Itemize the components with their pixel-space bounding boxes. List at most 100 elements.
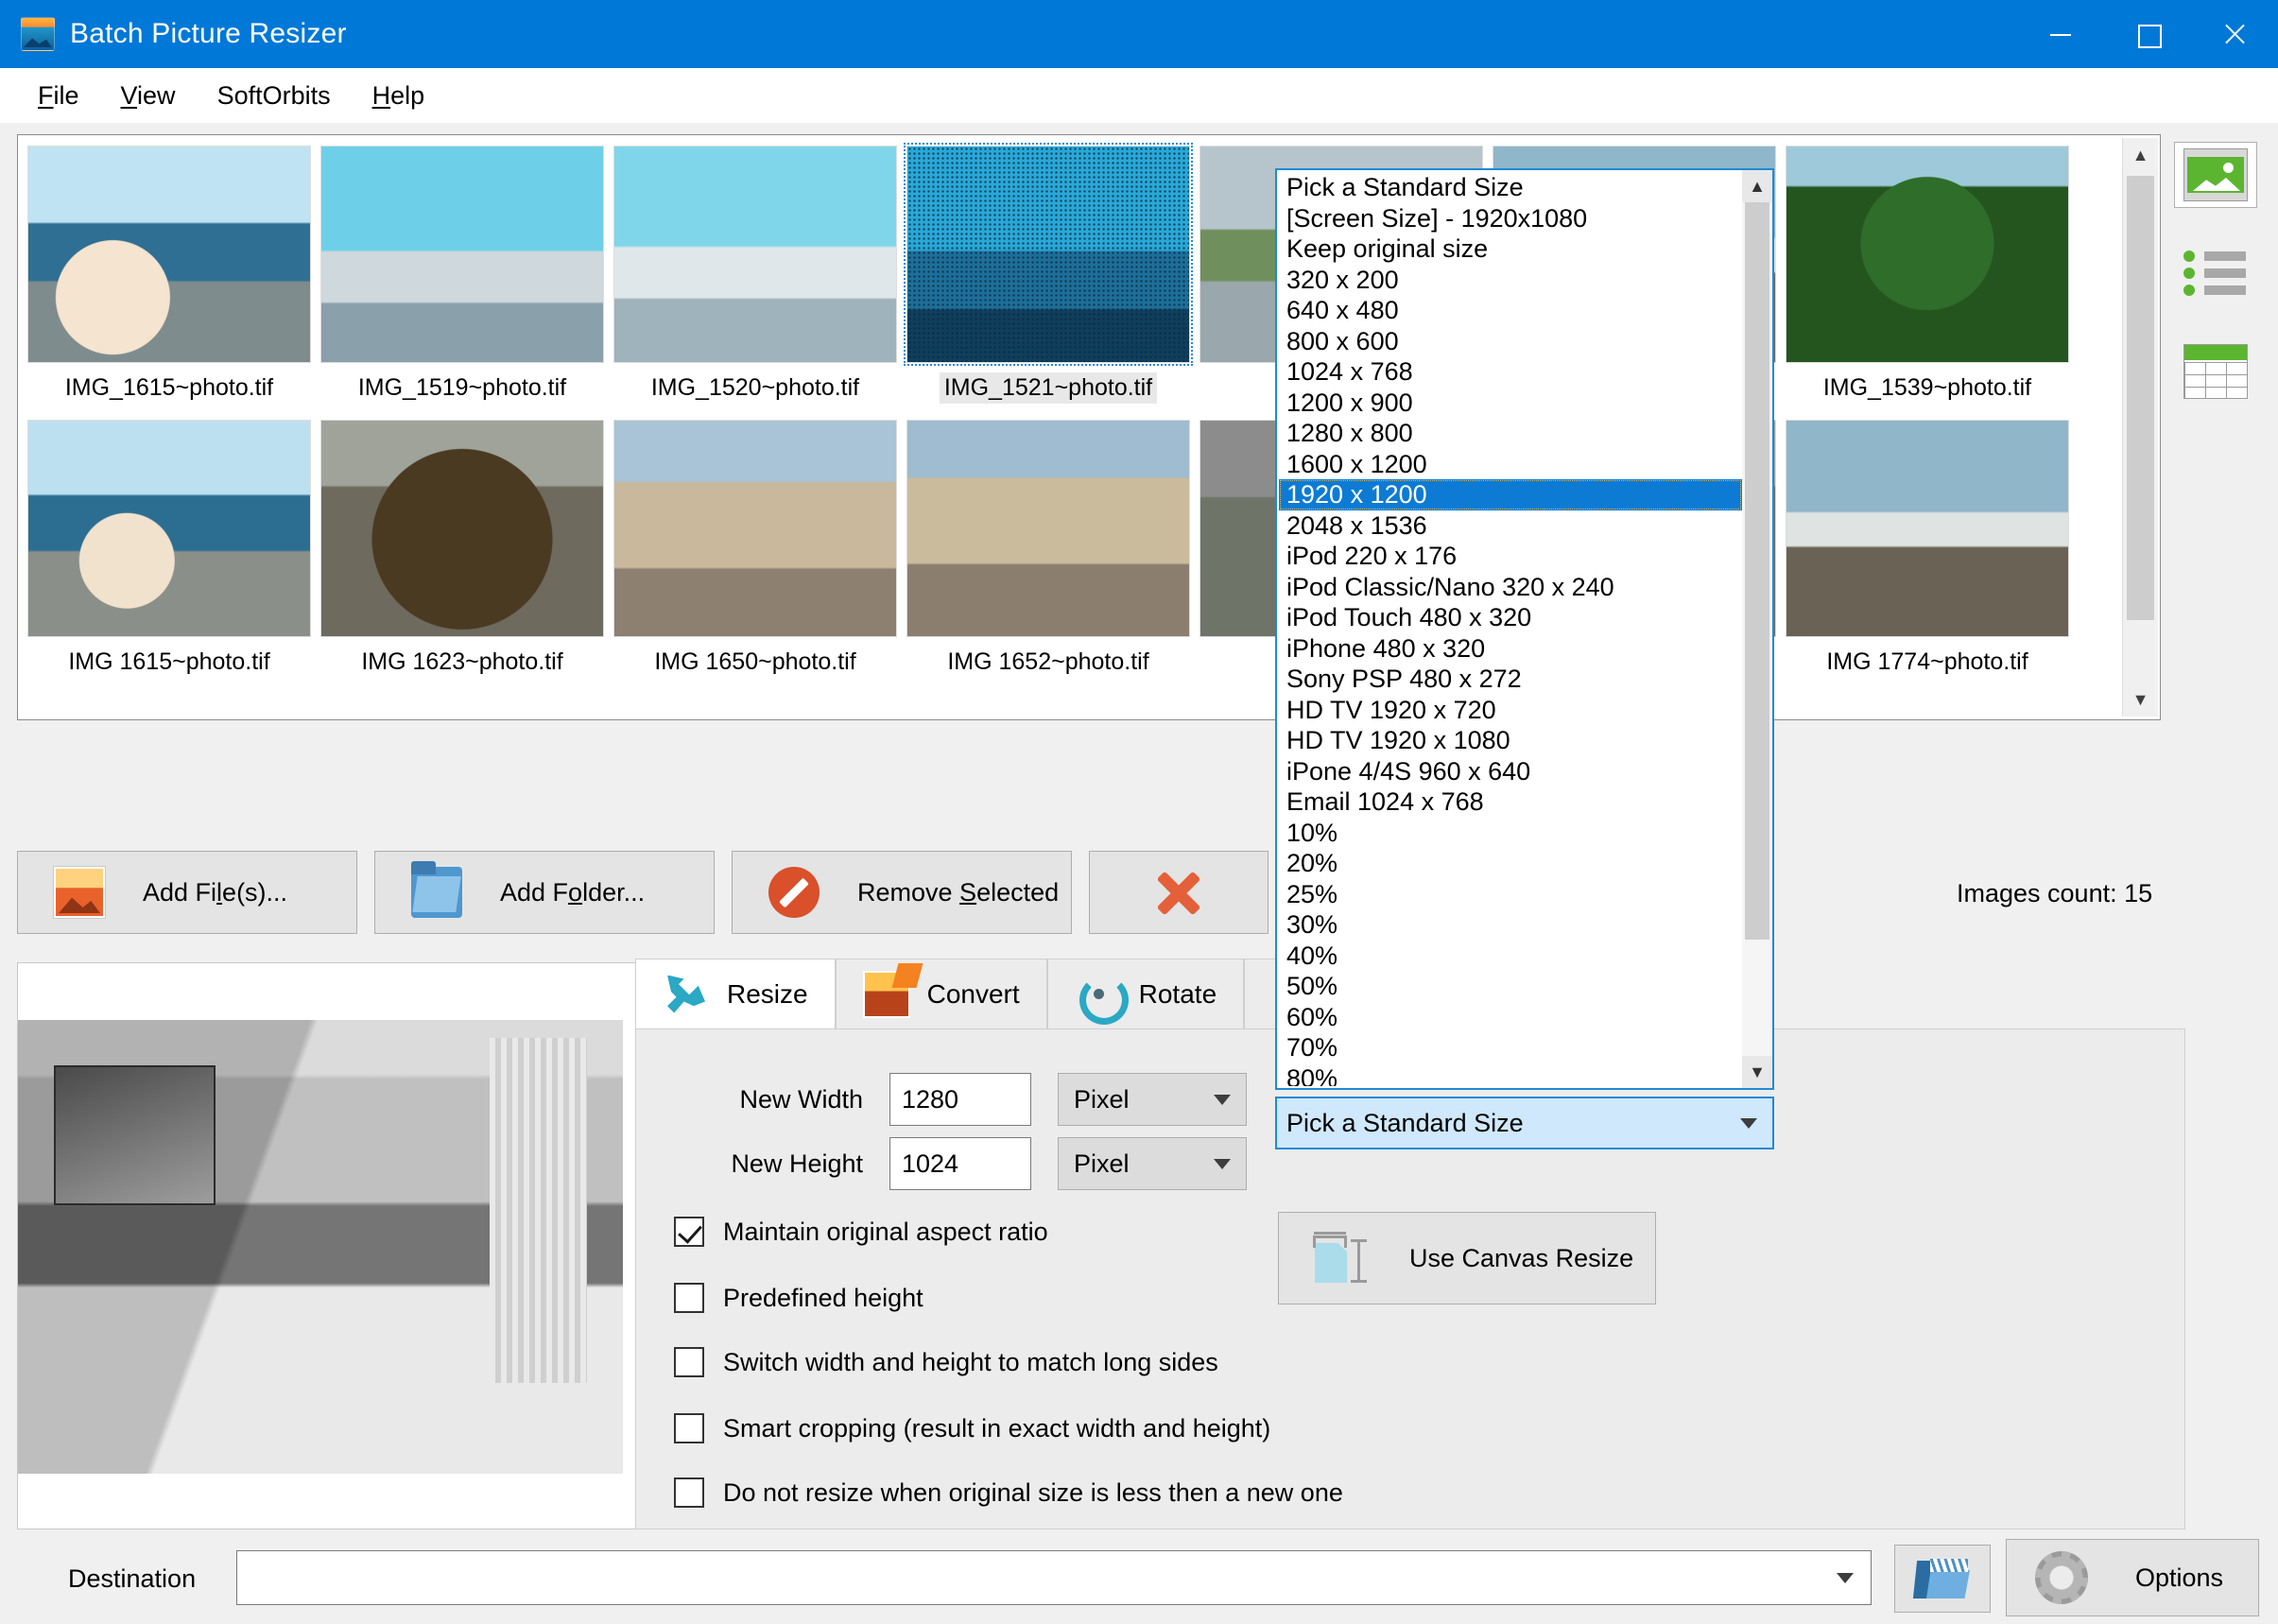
thumbnail-item-selected[interactable]: IMG_1521~photo.tif	[902, 140, 1195, 414]
chevron-down-icon	[1740, 1117, 1757, 1129]
dropdown-item[interactable]: iPod Touch 480 x 320	[1279, 602, 1742, 633]
clear-all-button[interactable]	[1089, 851, 1268, 934]
add-files-button[interactable]: Add File(s)...	[17, 851, 357, 934]
dropdown-item[interactable]: 320 x 200	[1279, 265, 1742, 296]
checkbox-smart-cropping[interactable]: Smart cropping (result in exact width an…	[674, 1413, 1270, 1443]
dropdown-item[interactable]: 1024 x 768	[1279, 356, 1742, 388]
scroll-up-icon[interactable]	[2123, 138, 2158, 172]
dropdown-item[interactable]: 80%	[1279, 1063, 1742, 1087]
checkbox-do-not-resize-box[interactable]	[674, 1477, 704, 1508]
dropdown-item[interactable]: 800 x 600	[1279, 326, 1742, 357]
title-bar: Batch Picture Resizer	[0, 0, 2278, 68]
dropdown-scroll-down-icon[interactable]	[1742, 1056, 1772, 1088]
menu-view[interactable]: View	[100, 78, 197, 114]
new-height-row: New Height 1024 Pixel	[636, 1137, 1247, 1190]
clear-x-icon	[1155, 869, 1202, 916]
dropdown-item[interactable]: iPod 220 x 176	[1279, 541, 1742, 572]
dropdown-item[interactable]: 30%	[1279, 909, 1742, 941]
view-mode-toolbar	[2174, 142, 2265, 437]
view-mode-list[interactable]	[2174, 240, 2257, 306]
browse-destination-button[interactable]	[1894, 1545, 1991, 1613]
dropdown-scroll-up-icon[interactable]	[1742, 170, 1772, 202]
dropdown-scrollbar-thumb[interactable]	[1745, 202, 1769, 940]
thumbnail-item[interactable]: IMG 1615~photo.tif	[23, 414, 316, 688]
dropdown-item[interactable]: 25%	[1279, 879, 1742, 910]
minimize-button[interactable]	[2017, 0, 2104, 68]
dropdown-item[interactable]: 1600 x 1200	[1279, 449, 1742, 480]
tab-resize[interactable]: Resize	[635, 959, 836, 1028]
checkbox-maintain-aspect-ratio[interactable]: Maintain original aspect ratio	[674, 1217, 1048, 1247]
tab-resize-label: Resize	[727, 978, 808, 1009]
checkbox-switch-width-height-box[interactable]	[674, 1347, 704, 1377]
dropdown-item[interactable]: 40%	[1279, 941, 1742, 972]
dropdown-item[interactable]: 1280 x 800	[1279, 418, 1742, 449]
dropdown-item[interactable]: 640 x 480	[1279, 295, 1742, 326]
menu-file[interactable]: File	[17, 78, 100, 114]
new-width-input[interactable]: 1280	[889, 1073, 1031, 1126]
dropdown-item[interactable]: HD TV 1920 x 1080	[1279, 725, 1742, 756]
dropdown-item[interactable]: 70%	[1279, 1032, 1742, 1063]
checkbox-switch-width-height[interactable]: Switch width and height to match long si…	[674, 1347, 1218, 1377]
new-height-input[interactable]: 1024	[889, 1137, 1031, 1190]
new-width-row: New Width 1280 Pixel	[636, 1073, 1247, 1126]
dropdown-item[interactable]: Sony PSP 480 x 272	[1279, 664, 1742, 695]
thumbnail-item[interactable]: IMG 1650~photo.tif	[609, 414, 902, 688]
dropdown-item[interactable]: Keep original size	[1279, 233, 1742, 265]
checkbox-maintain-aspect-ratio-box[interactable]	[674, 1217, 704, 1247]
dropdown-item[interactable]: iPhone 480 x 320	[1279, 633, 1742, 665]
dropdown-item[interactable]: iPod Classic/Nano 320 x 240	[1279, 572, 1742, 603]
dropdown-scrollbar[interactable]	[1742, 170, 1772, 1088]
close-button[interactable]	[2191, 0, 2278, 68]
thumbnail-item[interactable]: IMG_1520~photo.tif	[609, 140, 902, 414]
checkbox-smart-cropping-box[interactable]	[674, 1413, 704, 1443]
dropdown-item[interactable]: Pick a Standard Size	[1279, 172, 1742, 203]
dropdown-item[interactable]: iPone 4/4S 960 x 640	[1279, 756, 1742, 787]
add-folder-button[interactable]: Add Folder...	[374, 851, 715, 934]
thumbnail-item[interactable]: IMG 1652~photo.tif	[902, 414, 1195, 688]
checkbox-predefined-height-label: Predefined height	[723, 1283, 923, 1312]
checkbox-predefined-height-box[interactable]	[674, 1283, 704, 1313]
destination-input[interactable]	[236, 1550, 1872, 1605]
standard-size-combobox-value: Pick a Standard Size	[1286, 1108, 1524, 1137]
tab-convert[interactable]: Convert	[835, 959, 1047, 1028]
new-width-label: New Width	[739, 1084, 863, 1114]
dropdown-item[interactable]: 2048 x 1536	[1279, 510, 1742, 542]
standard-size-combobox[interactable]: Pick a Standard Size	[1275, 1097, 1774, 1149]
scrollbar-thumb[interactable]	[2127, 176, 2154, 620]
view-mode-table[interactable]	[2174, 338, 2257, 405]
scroll-down-icon[interactable]	[2123, 682, 2158, 717]
file-list-panel[interactable]: IMG_1615~photo.tif IMG_1519~photo.tif IM…	[17, 134, 2161, 720]
window-title: Batch Picture Resizer	[70, 18, 347, 49]
standard-size-dropdown-list[interactable]: Pick a Standard Size [Screen Size] - 1920…	[1275, 168, 1774, 1090]
maximize-icon	[2135, 22, 2162, 48]
checkbox-predefined-height[interactable]: Predefined height	[674, 1283, 923, 1313]
thumbnail-item[interactable]: IMG 1774~photo.tif	[1781, 414, 2074, 688]
view-mode-thumbnail[interactable]	[2174, 142, 2257, 208]
file-list-scrollbar[interactable]	[2122, 138, 2158, 717]
dropdown-item[interactable]: 1920 x 1200	[1279, 479, 1742, 510]
dropdown-item[interactable]: 10%	[1279, 818, 1742, 849]
dropdown-item[interactable]: [Screen Size] - 1920x1080	[1279, 203, 1742, 234]
thumbnail-item[interactable]: IMG_1539~photo.tif	[1781, 140, 2074, 414]
dropdown-item[interactable]: 20%	[1279, 848, 1742, 879]
remove-selected-button[interactable]: Remove Selected	[732, 851, 1072, 934]
dropdown-item[interactable]: Email 1024 x 768	[1279, 786, 1742, 818]
dropdown-item[interactable]: 1200 x 900	[1279, 388, 1742, 419]
checkbox-maintain-aspect-ratio-label: Maintain original aspect ratio	[723, 1217, 1048, 1246]
checkbox-do-not-resize[interactable]: Do not resize when original size is less…	[674, 1477, 1343, 1508]
menu-softorbits[interactable]: SoftOrbits	[197, 78, 352, 114]
options-button[interactable]: Options	[2006, 1539, 2259, 1616]
thumbnail-item[interactable]: IMG_1615~photo.tif	[23, 140, 316, 414]
use-canvas-resize-button[interactable]: Use Canvas Resize	[1278, 1212, 1656, 1304]
maximize-button[interactable]	[2104, 0, 2191, 68]
dropdown-item[interactable]: HD TV 1920 x 720	[1279, 695, 1742, 726]
dropdown-item[interactable]: 60%	[1279, 1002, 1742, 1033]
tab-convert-label: Convert	[926, 978, 1020, 1009]
thumbnail-item[interactable]: IMG 1623~photo.tif	[316, 414, 609, 688]
new-height-unit-select[interactable]: Pixel	[1058, 1137, 1247, 1190]
menu-help[interactable]: Help	[352, 78, 446, 114]
dropdown-item[interactable]: 50%	[1279, 971, 1742, 1002]
thumbnail-item[interactable]: IMG_1519~photo.tif	[316, 140, 609, 414]
new-width-unit-select[interactable]: Pixel	[1058, 1073, 1247, 1126]
tab-rotate[interactable]: Rotate	[1046, 959, 1245, 1028]
